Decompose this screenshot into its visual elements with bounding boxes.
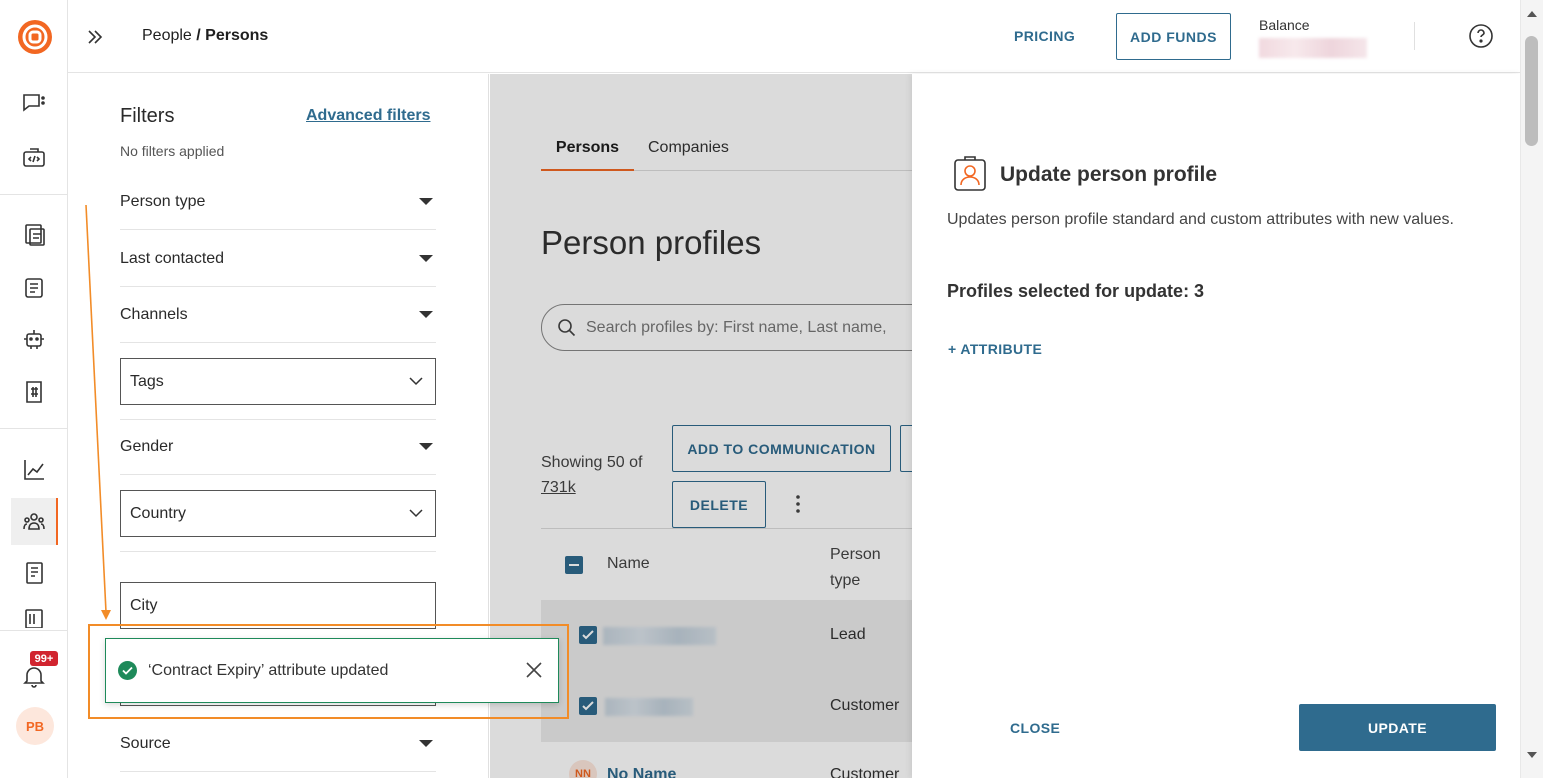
update-profile-panel: Update person profile Updates person pro…	[912, 74, 1520, 778]
profiles-selected-text: Profiles selected for update: 3	[947, 281, 1205, 301]
developer-tools-icon[interactable]	[18, 142, 50, 174]
breadcrumb-current: Persons	[205, 27, 269, 44]
balance-value-redacted	[1259, 38, 1367, 58]
person-badge-icon	[952, 154, 988, 192]
rail-divider	[0, 428, 67, 429]
add-attribute-button[interactable]: + ATTRIBUTE	[948, 341, 1042, 357]
templates-icon[interactable]	[18, 219, 50, 251]
city-input-label: City	[130, 596, 158, 614]
help-icon[interactable]	[1468, 23, 1494, 49]
analytics-icon[interactable]	[18, 454, 50, 486]
update-button[interactable]: UPDATE	[1299, 704, 1496, 751]
city-input[interactable]: City	[120, 582, 436, 629]
caret-down-icon	[419, 443, 433, 450]
expand-sidebar-icon[interactable]	[82, 24, 108, 50]
top-bar: People / Persons PRICING ADD FUNDS Balan…	[68, 0, 1520, 73]
user-avatar[interactable]: PB	[16, 707, 54, 745]
chevron-down-icon	[409, 377, 423, 386]
rail-divider	[0, 194, 67, 195]
scroll-up-arrow-icon[interactable]	[1526, 10, 1538, 18]
header-divider	[1414, 22, 1415, 50]
add-funds-button[interactable]: ADD FUNDS	[1116, 13, 1231, 60]
filter-gender-label: Gender	[120, 437, 174, 455]
broadcast-icon[interactable]	[18, 272, 50, 304]
filters-status: No filters applied	[120, 143, 225, 159]
advanced-filters-link[interactable]: Advanced filters	[306, 107, 430, 125]
toast-message: ‘Contract Expiry’ attribute updated	[148, 661, 389, 679]
balance-label: Balance	[1259, 17, 1310, 33]
filter-person-type[interactable]: Person type	[120, 174, 436, 230]
caret-down-icon	[419, 311, 433, 318]
filter-person-type-label: Person type	[120, 192, 206, 210]
app-logo-icon[interactable]	[16, 18, 54, 56]
chevron-down-icon	[409, 509, 423, 518]
filter-last-contacted-label: Last contacted	[120, 249, 225, 267]
left-nav-rail: 99+ PB	[0, 0, 68, 778]
tags-select-label: Tags	[130, 372, 164, 390]
documentation-icon[interactable]	[18, 557, 50, 589]
numbers-icon[interactable]	[18, 376, 50, 408]
conversations-icon[interactable]	[18, 88, 50, 120]
close-icon[interactable]	[524, 660, 544, 680]
breadcrumb-people-link[interactable]: People	[142, 27, 192, 44]
close-button[interactable]: CLOSE	[1010, 720, 1060, 736]
tags-select[interactable]: Tags	[120, 358, 436, 405]
success-check-icon	[118, 661, 137, 680]
annotation-arrow	[85, 204, 111, 620]
rail-divider	[0, 630, 67, 631]
breadcrumb-separator: /	[191, 27, 206, 44]
filters-title: Filters	[120, 105, 175, 127]
reports-icon[interactable]	[18, 606, 50, 628]
panel-description: Updates person profile standard and cust…	[947, 211, 1454, 228]
filter-channels-label: Channels	[120, 305, 188, 323]
toast-notification: ‘Contract Expiry’ attribute updated	[105, 638, 559, 703]
page-scrollbar[interactable]	[1520, 0, 1543, 778]
chatbot-icon[interactable]	[18, 323, 50, 355]
filter-gender[interactable]: Gender	[120, 419, 436, 475]
scroll-down-arrow-icon[interactable]	[1526, 751, 1538, 759]
filter-channels[interactable]: Channels	[120, 287, 436, 343]
breadcrumb: People / Persons	[142, 27, 268, 45]
people-icon[interactable]	[18, 505, 50, 537]
filter-source-label: Source	[120, 734, 171, 752]
country-select-label: Country	[130, 504, 187, 522]
caret-down-icon	[419, 198, 433, 205]
caret-down-icon	[419, 255, 433, 262]
caret-down-icon	[419, 740, 433, 747]
pricing-link[interactable]: PRICING	[1014, 28, 1075, 44]
notification-badge: 99+	[30, 651, 58, 666]
country-select[interactable]: Country	[120, 490, 436, 537]
panel-title: Update person profile	[1000, 163, 1218, 186]
scrollbar-thumb[interactable]	[1525, 36, 1538, 146]
filter-last-contacted[interactable]: Last contacted	[120, 231, 436, 287]
filter-source[interactable]: Source	[120, 716, 436, 772]
